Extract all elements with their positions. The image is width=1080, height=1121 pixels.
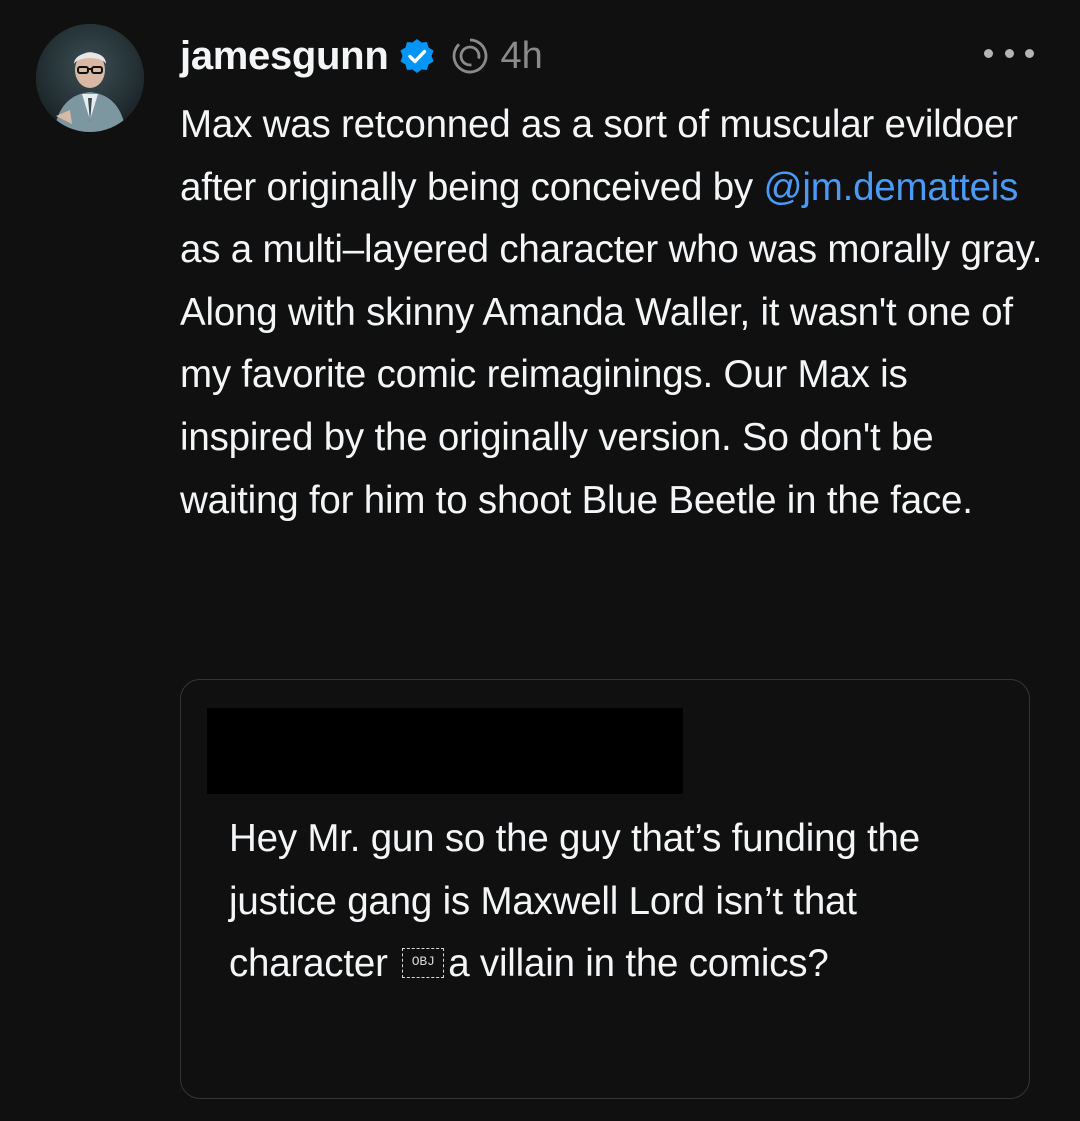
quoted-post-text: Hey Mr. gun so the guy that’s funding th… — [229, 808, 999, 996]
more-options-icon[interactable] — [984, 40, 1034, 66]
quote-text-part-2: a villain in the comics? — [448, 942, 829, 986]
verified-badge-icon — [398, 37, 436, 75]
avatar[interactable] — [36, 24, 144, 132]
thread-spiral-icon — [450, 36, 490, 76]
more-dot — [1004, 48, 1014, 58]
object-replacement-glyph: OBJ — [402, 948, 445, 979]
mention-link[interactable]: @jm.dematteis — [763, 166, 1018, 209]
more-dot — [1025, 48, 1034, 58]
more-dot — [984, 48, 993, 58]
redacted-header — [207, 708, 683, 794]
avatar-image — [36, 24, 144, 132]
post-body: Max was retconned as a sort of muscular … — [180, 94, 1050, 532]
thread-post: jamesgunn 4h Max was retconned as a sort… — [0, 0, 1080, 1121]
post-timestamp: 4h — [500, 34, 543, 77]
username[interactable]: jamesgunn — [180, 34, 389, 79]
post-text-part-2: as a multi–layered character who was mor… — [180, 228, 1043, 522]
post-header: jamesgunn 4h — [180, 30, 543, 82]
quoted-post-card[interactable]: Hey Mr. gun so the guy that’s funding th… — [180, 679, 1030, 1099]
